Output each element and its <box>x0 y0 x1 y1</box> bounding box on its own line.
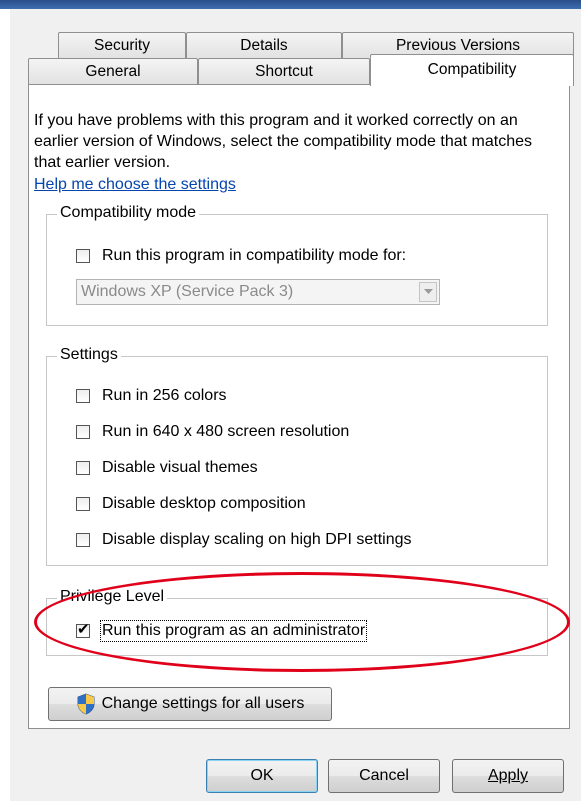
checkmark-icon: ✔ <box>77 621 90 638</box>
tab-shortcut-label: Shortcut <box>255 63 313 80</box>
intro-text: If you have problems with this program a… <box>34 112 532 171</box>
uac-shield-icon <box>76 693 96 715</box>
tab-general-label: General <box>85 63 141 80</box>
tab-general[interactable]: General <box>28 58 198 84</box>
setting-disable-composition-row[interactable]: Disable desktop composition <box>76 495 306 513</box>
run-as-admin-label: Run this program as an administrator <box>99 620 368 642</box>
run-as-admin-checkbox[interactable]: ✔ <box>76 621 90 638</box>
setting-640x480-row[interactable]: Run in 640 x 480 screen resolution <box>76 423 349 441</box>
tab-compatibility[interactable]: Compatibility <box>370 54 574 86</box>
setting-disable-themes-label: Disable visual themes <box>102 459 258 476</box>
cancel-button-label: Cancel <box>359 767 409 784</box>
setting-640x480-checkbox[interactable] <box>76 425 90 439</box>
tab-previous-versions-label: Previous Versions <box>395 37 521 54</box>
setting-256-colors-label: Run in 256 colors <box>102 387 227 404</box>
change-settings-all-users-button[interactable]: Change settings for all users <box>48 687 332 721</box>
privilege-level-legend: Privilege Level <box>57 588 168 606</box>
compatibility-mode-legend: Compatibility mode <box>57 204 200 222</box>
setting-256-colors-row[interactable]: Run in 256 colors <box>76 387 227 405</box>
apply-button[interactable]: Apply <box>452 759 564 793</box>
compat-mode-checkbox-row[interactable]: Run this program in compatibility mode f… <box>76 247 406 265</box>
ok-button-label: OK <box>250 767 274 784</box>
compatibility-mode-group <box>46 214 548 326</box>
ok-button[interactable]: OK <box>206 759 318 793</box>
apply-button-label: Apply <box>487 767 529 784</box>
setting-disable-themes-checkbox[interactable] <box>76 461 90 475</box>
setting-disable-composition-checkbox[interactable] <box>76 497 90 511</box>
setting-640x480-label: Run in 640 x 480 screen resolution <box>102 423 350 440</box>
setting-256-colors-checkbox[interactable] <box>76 389 90 403</box>
settings-legend: Settings <box>57 346 121 364</box>
os-version-select-value: Windows XP (Service Pack 3) <box>81 283 294 300</box>
setting-disable-composition-label: Disable desktop composition <box>102 495 306 512</box>
setting-disable-dpi-scaling-row[interactable]: Disable display scaling on high DPI sett… <box>76 531 412 549</box>
tab-shortcut[interactable]: Shortcut <box>198 58 370 84</box>
setting-disable-dpi-scaling-label: Disable display scaling on high DPI sett… <box>102 531 412 548</box>
compat-mode-checkbox-label: Run this program in compatibility mode f… <box>102 247 407 264</box>
help-choose-settings-link[interactable]: Help me choose the settings <box>34 176 236 194</box>
chevron-down-icon[interactable] <box>419 282 437 302</box>
tab-security-label: Security <box>94 37 150 54</box>
tab-details[interactable]: Details <box>186 32 342 58</box>
compat-mode-checkbox[interactable] <box>76 249 90 263</box>
cancel-button[interactable]: Cancel <box>328 759 440 793</box>
tab-details-label: Details <box>240 37 288 54</box>
tab-security[interactable]: Security <box>58 32 186 58</box>
change-settings-all-users-label: Change settings for all users <box>101 695 305 712</box>
setting-disable-dpi-scaling-checkbox[interactable] <box>76 533 90 547</box>
run-as-admin-row[interactable]: ✔ Run this program as an administrator <box>76 620 368 642</box>
os-version-select[interactable]: Windows XP (Service Pack 3) <box>76 279 440 305</box>
setting-disable-themes-row[interactable]: Disable visual themes <box>76 459 258 477</box>
window-title-bar-edge <box>0 0 581 9</box>
left-frame <box>0 9 10 801</box>
tab-compatibility-label: Compatibility <box>427 61 517 78</box>
